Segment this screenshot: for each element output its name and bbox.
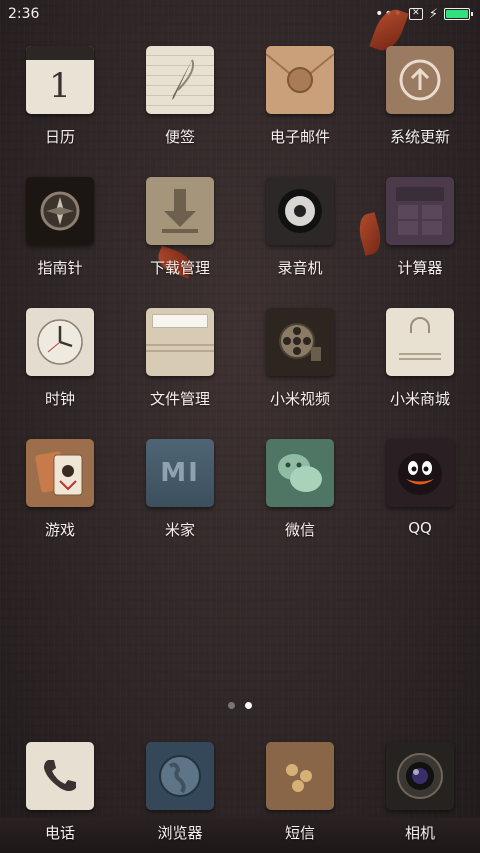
file-manager-icon: [146, 308, 214, 376]
app-row: 指南针 下载管理 录音机 计算器: [0, 177, 480, 308]
app-camera[interactable]: 相机: [360, 742, 480, 843]
browser-icon: [146, 742, 214, 810]
app-system-update[interactable]: 系统更新: [360, 46, 480, 177]
home-screen: { "status_bar": { "time": "2:36", "more_…: [0, 0, 480, 853]
app-label: 文件管理: [149, 390, 210, 408]
app-calculator[interactable]: 计算器: [360, 177, 480, 308]
app-label: 米家: [164, 521, 195, 539]
app-email[interactable]: 电子邮件: [240, 46, 360, 177]
app-label: 下载管理: [149, 259, 210, 277]
calendar-day: 1: [49, 66, 71, 106]
app-wechat[interactable]: 微信: [240, 439, 360, 570]
calculator-icon: [386, 177, 454, 245]
app-label: 浏览器: [157, 824, 203, 842]
page-dot[interactable]: [228, 702, 235, 709]
app-video[interactable]: 小米视频: [240, 308, 360, 439]
messages-icon: [266, 742, 334, 810]
app-label: 录音机: [277, 259, 323, 277]
video-icon: [266, 308, 334, 376]
app-mijia[interactable]: MI 米家: [120, 439, 240, 570]
compass-icon: [26, 177, 94, 245]
app-clock[interactable]: 时钟: [0, 308, 120, 439]
camera-icon: [386, 742, 454, 810]
app-label: 微信: [284, 521, 315, 539]
download-icon: [146, 177, 214, 245]
app-compass[interactable]: 指南针: [0, 177, 120, 308]
app-phone[interactable]: 电话: [0, 742, 120, 843]
app-label: 时钟: [44, 390, 75, 408]
mi-store-icon: [386, 308, 454, 376]
app-recorder[interactable]: 录音机: [240, 177, 360, 308]
app-game[interactable]: 游戏: [0, 439, 120, 570]
app-label: 电子邮件: [269, 128, 330, 146]
app-label: 系统更新: [389, 128, 450, 146]
app-download[interactable]: 下载管理: [120, 177, 240, 308]
app-row: 游戏 MI 米家 微信 QQ: [0, 439, 480, 570]
system-update-icon: [386, 46, 454, 114]
page-dot-active[interactable]: [245, 702, 252, 709]
app-grid: 1 日历 便签 电子邮件 系统更新 指南针 下载管理 录音机 计算器 时钟 文件…: [0, 46, 480, 570]
notification-icon: ✕: [408, 8, 423, 20]
app-row: 时钟 文件管理 小米视频 小米商城: [0, 308, 480, 439]
app-row: 1 日历 便签 电子邮件 系统更新: [0, 46, 480, 177]
app-calendar[interactable]: 1 日历: [0, 46, 120, 177]
app-label: 相机: [404, 824, 435, 842]
app-messages[interactable]: 短信: [240, 742, 360, 843]
email-icon: [266, 46, 334, 114]
calendar-icon: 1: [26, 46, 94, 114]
app-notes[interactable]: 便签: [120, 46, 240, 177]
app-label: 日历: [44, 128, 75, 146]
qq-icon: [386, 439, 454, 507]
app-label: 小米视频: [269, 390, 330, 408]
battery-icon: [444, 8, 473, 20]
app-label: QQ: [408, 519, 432, 537]
battery-level: [446, 10, 468, 18]
app-label: 短信: [284, 824, 315, 842]
wechat-icon: [266, 439, 334, 507]
app-label: 指南针: [37, 259, 83, 277]
dock: 电话 浏览器 短信 相机: [0, 742, 480, 843]
recorder-icon: [266, 177, 334, 245]
phone-icon: [26, 742, 94, 810]
app-label: 小米商城: [389, 390, 450, 408]
app-file-manager[interactable]: 文件管理: [120, 308, 240, 439]
page-indicator: [0, 702, 480, 709]
game-icon: [26, 439, 94, 507]
app-mi-store[interactable]: 小米商城: [360, 308, 480, 439]
mijia-logo: MI: [160, 458, 200, 488]
charging-icon: ⚡: [428, 6, 438, 22]
app-label: 游戏: [44, 521, 75, 539]
app-qq[interactable]: QQ: [360, 439, 480, 570]
notes-icon: [146, 46, 214, 114]
app-label: 计算器: [397, 259, 443, 277]
app-label: 电话: [44, 824, 75, 842]
app-browser[interactable]: 浏览器: [120, 742, 240, 843]
mijia-icon: MI: [146, 439, 214, 507]
app-label: 便签: [164, 128, 195, 146]
clock-icon: [26, 308, 94, 376]
status-time: 2:36: [8, 6, 40, 22]
